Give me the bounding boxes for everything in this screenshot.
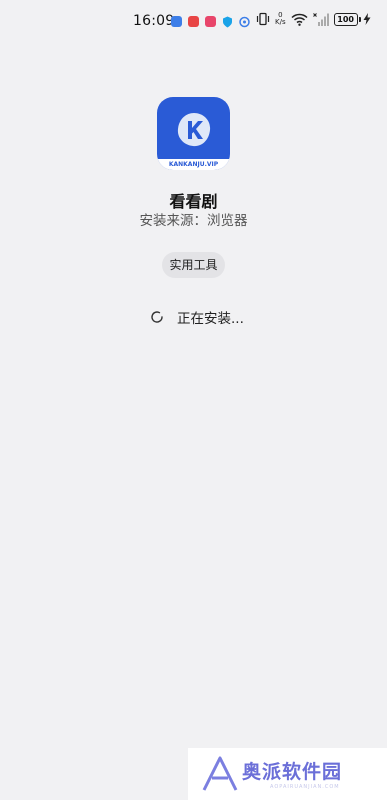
vibrate-icon (256, 12, 270, 26)
install-status-text: 正在安装... (177, 311, 244, 327)
signal-icon (312, 12, 329, 26)
shield-icon (223, 16, 232, 28)
settings-notification-icon (239, 16, 250, 28)
message-notification-icon (188, 16, 199, 27)
loading-spinner-icon (151, 311, 163, 323)
system-icons: 0 K/s 100 (256, 12, 371, 26)
status-time: 16:09 (133, 13, 175, 29)
status-bar: 16:09 0 K/s 100 (0, 0, 387, 44)
wifi-icon (291, 13, 308, 26)
install-source: 安装来源：浏览器 (139, 213, 248, 229)
watermark-logo-icon (202, 756, 238, 791)
watermark-text: 奥派软件园 (242, 761, 343, 783)
network-speed: 0 K/s (275, 12, 286, 26)
k-logo-icon (177, 113, 211, 147)
app-icon: KANKANJU.VIP (157, 97, 230, 170)
charging-icon (363, 13, 371, 25)
video-notification-icon (205, 16, 216, 27)
network-speed-unit: K/s (275, 18, 286, 26)
notification-icons (171, 16, 250, 28)
watermark-subtext: AOPAIRUANJIAN.COM (270, 784, 340, 790)
install-status: 正在安装... (150, 307, 244, 327)
app-icon-caption: KANKANJU.VIP (157, 159, 230, 170)
battery-indicator: 100 (333, 12, 361, 26)
app-notification-icon (171, 16, 182, 27)
category-tag: 实用工具 (162, 252, 225, 278)
